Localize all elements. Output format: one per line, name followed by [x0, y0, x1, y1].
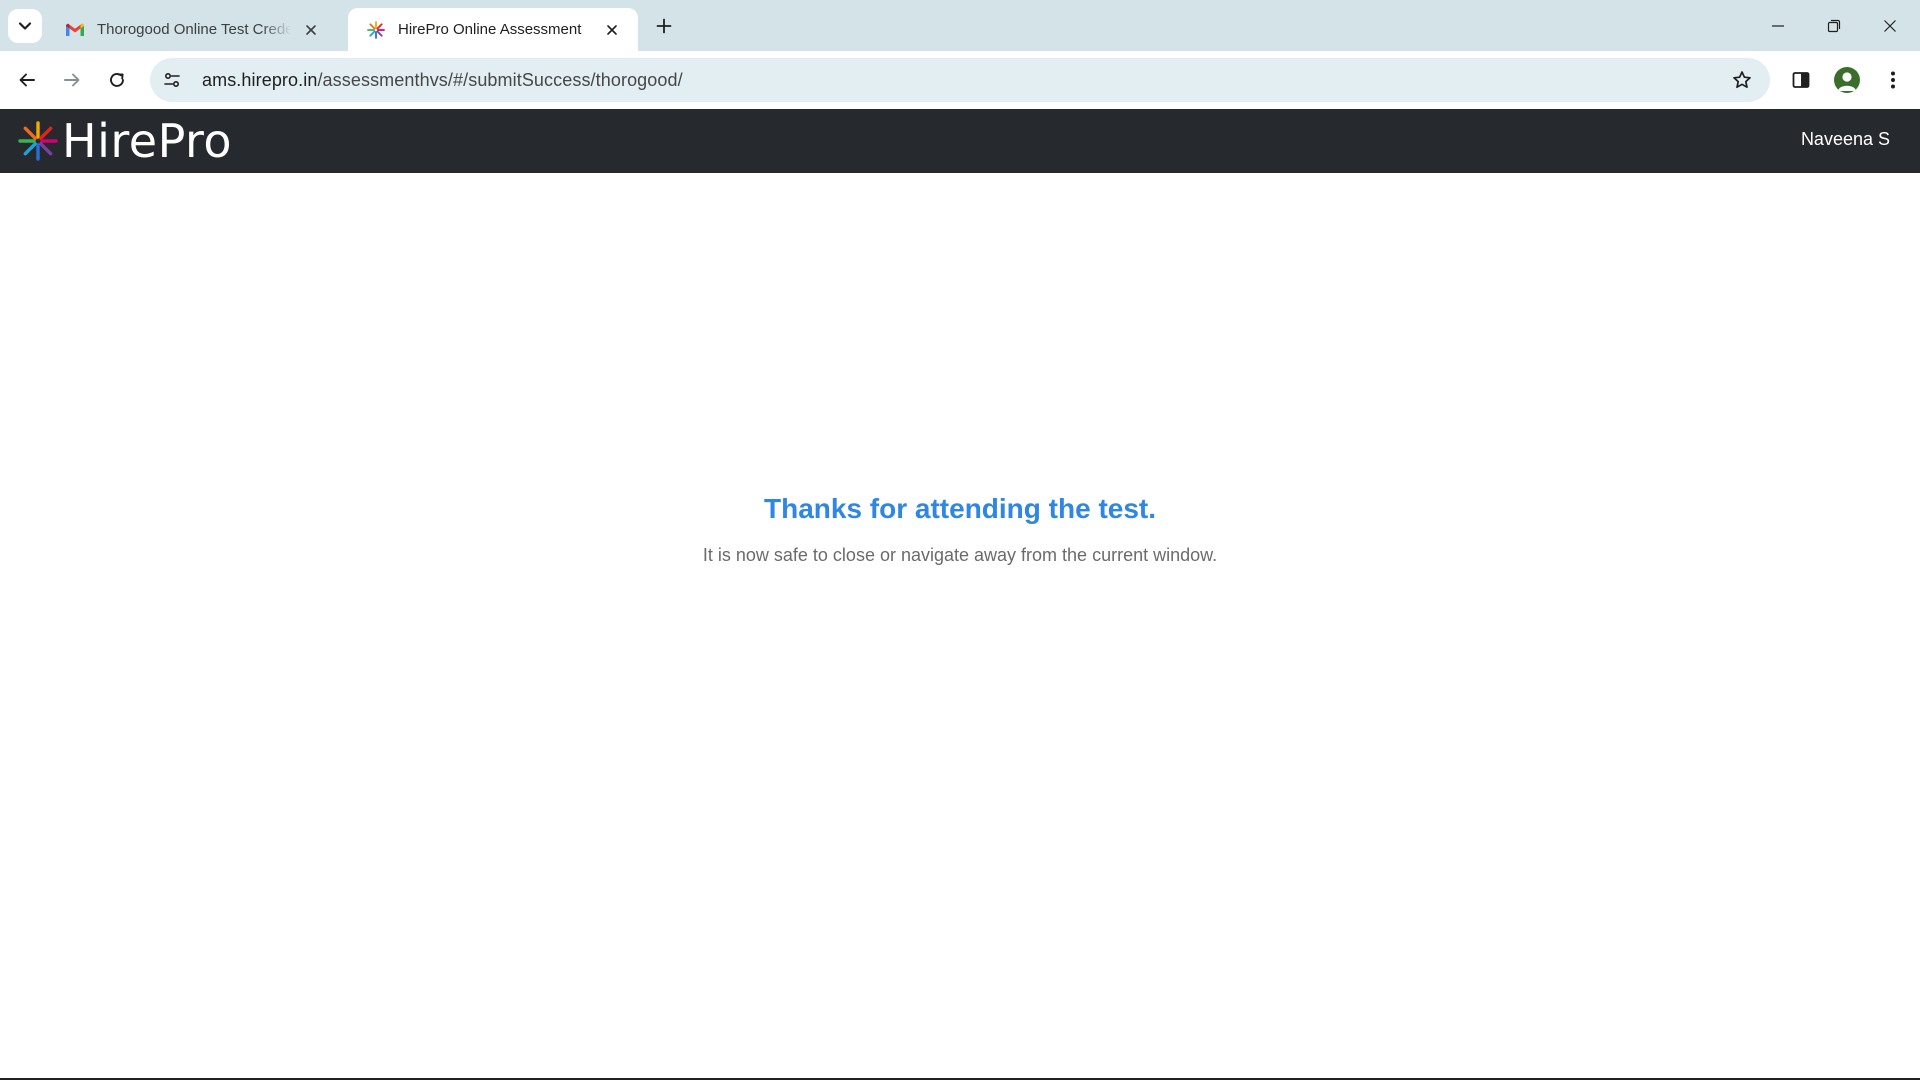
- reload-icon: [110, 73, 124, 87]
- restore-icon: [1827, 19, 1841, 32]
- restore-window-button[interactable]: [1806, 0, 1862, 51]
- tab-search-button[interactable]: [8, 9, 42, 43]
- forward-button[interactable]: [54, 62, 90, 98]
- arrow-left-icon: [19, 73, 35, 87]
- close-icon: [1884, 19, 1896, 32]
- new-tab-button[interactable]: [650, 12, 678, 40]
- tab-title: HirePro Online Assessment: [398, 21, 582, 38]
- tab-title: Thorogood Online Test Credentials: [97, 21, 291, 38]
- user-name[interactable]: Naveena S: [1801, 129, 1890, 150]
- hirepro-logo[interactable]: HirePro: [18, 117, 232, 165]
- back-button[interactable]: [9, 62, 45, 98]
- hirepro-logo-icon: [18, 121, 58, 161]
- close-window-button[interactable]: [1862, 0, 1918, 51]
- url-text[interactable]: ams.hirepro.in/assessmenthvs/#/submitSuc…: [202, 70, 683, 91]
- browser-menu-button[interactable]: [1875, 62, 1911, 98]
- profile-button[interactable]: [1829, 62, 1865, 98]
- logo-text: HirePro: [62, 114, 233, 168]
- browser-tab-gmail[interactable]: Thorogood Online Test Credentials: [47, 8, 337, 51]
- reload-button[interactable]: [99, 62, 135, 98]
- success-subtitle: It is now safe to close or navigate away…: [702, 545, 1218, 565]
- success-title: Thanks for attending the test.: [763, 493, 1157, 524]
- side-panel-icon: [1792, 72, 1810, 88]
- browser-tab-hirepro[interactable]: HirePro Online Assessment: [348, 8, 638, 51]
- more-vertical-icon: [1891, 71, 1895, 89]
- close-tab-icon[interactable]: [600, 18, 624, 42]
- minimize-window-button[interactable]: [1750, 0, 1806, 51]
- bookmark-button[interactable]: [1724, 62, 1760, 98]
- url-host: ams.hirepro.in: [202, 69, 318, 90]
- close-tab-icon[interactable]: [299, 18, 323, 42]
- side-panel-button[interactable]: [1783, 62, 1819, 98]
- url-path: /assessmenthvs/#/submitSuccess/thorogood…: [317, 69, 683, 90]
- gmail-icon: [65, 20, 85, 40]
- minimize-icon: [1772, 24, 1784, 27]
- plus-icon: [656, 18, 672, 34]
- app-header: HirePro Naveena S: [0, 109, 1920, 173]
- person-icon: [1838, 72, 1856, 91]
- main-content: Thanks for attending the test. It is now…: [0, 173, 1920, 1078]
- star-icon: [1733, 71, 1751, 89]
- address-bar[interactable]: ams.hirepro.in/assessmenthvs/#/submitSuc…: [150, 58, 1770, 102]
- site-info-button[interactable]: [154, 62, 190, 98]
- avatar: [1834, 67, 1860, 93]
- site-settings-icon: [164, 72, 180, 88]
- chevron-down-icon: [18, 22, 32, 30]
- browser-tab-strip: Thorogood Online Test Credentials HirePr…: [0, 0, 1920, 51]
- browser-toolbar: ams.hirepro.in/assessmenthvs/#/submitSuc…: [0, 51, 1920, 109]
- arrow-right-icon: [64, 73, 80, 87]
- hirepro-icon: [366, 20, 386, 40]
